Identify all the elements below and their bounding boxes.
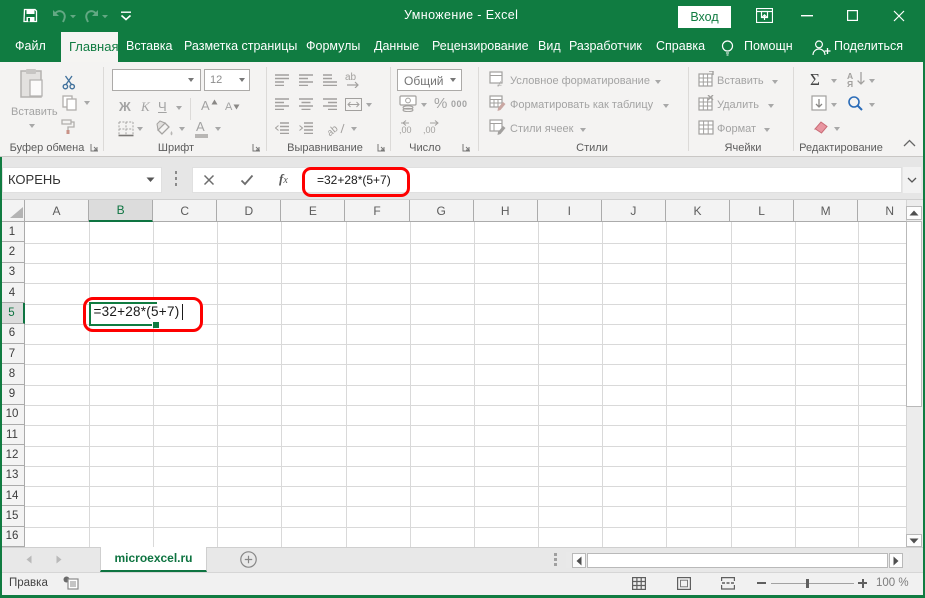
svg-text:Я: Я bbox=[847, 79, 853, 87]
svg-text:,00: ,00 bbox=[399, 125, 412, 135]
svg-text:ab: ab bbox=[328, 123, 341, 137]
svg-text:ab: ab bbox=[345, 72, 357, 83]
svg-text:≠: ≠ bbox=[497, 79, 502, 87]
svg-text:,00: ,00 bbox=[423, 125, 436, 135]
